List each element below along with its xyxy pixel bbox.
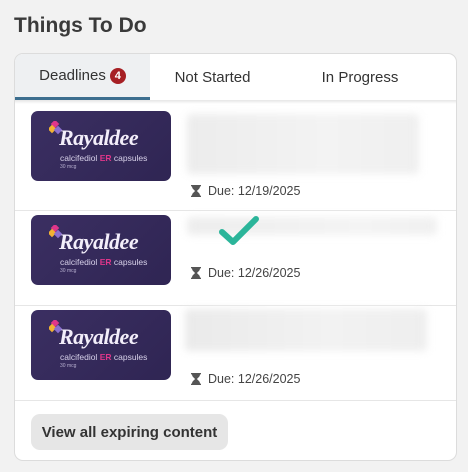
tab-not-started[interactable]: Not Started [150,54,275,100]
due-date-text: Due: 12/19/2025 [208,184,301,198]
blurred-title [187,114,419,174]
due-date-text: Due: 12/26/2025 [208,372,301,386]
things-to-do-panel: Deadlines 4 Not Started In Progress Raya… [14,53,457,461]
list-item[interactable]: Rayaldee calcifediol ER capsules 30 mcg … [15,211,456,303]
section-title: Things To Do [14,14,147,37]
tab-bar-shadow [15,100,456,104]
brand-subtitle: calcifediol ER capsules [60,153,148,163]
blurred-title [185,309,427,351]
checkmark-icon [219,216,259,245]
tab-label: Not Started [174,68,251,86]
tab-deadlines[interactable]: Deadlines 4 [15,54,150,100]
tab-label: Deadlines [39,67,106,84]
tab-in-progress[interactable]: In Progress [290,54,430,100]
brand-dose: 30 mcg [60,268,77,274]
count-badge: 4 [109,67,126,84]
brand-dose: 30 mcg [60,363,77,369]
tab-bar: Deadlines 4 Not Started In Progress [15,54,456,100]
course-thumbnail[interactable]: Rayaldee calcifediol ER capsules 30 mcg [31,215,171,285]
brand-subtitle: calcifediol ER capsules [60,257,148,267]
list-item[interactable]: Rayaldee calcifediol ER capsules 30 mcg … [15,106,456,198]
brand-name: Rayaldee [59,125,139,150]
due-date-text: Due: 12/26/2025 [208,266,301,280]
view-all-expiring-button[interactable]: View all expiring content [31,414,228,450]
hourglass-icon [191,185,201,197]
brand-name: Rayaldee [59,324,139,349]
brand-dose: 30 mcg [60,164,77,170]
course-thumbnail[interactable]: Rayaldee calcifediol ER capsules 30 mcg [31,310,171,380]
brand-name: Rayaldee [59,229,139,254]
due-date: Due: 12/26/2025 [191,372,300,386]
hourglass-icon [191,267,201,279]
due-date: Due: 12/19/2025 [191,184,300,198]
due-date: Due: 12/26/2025 [191,266,300,280]
hourglass-icon [191,373,201,385]
course-thumbnail[interactable]: Rayaldee calcifediol ER capsules 30 mcg [31,111,171,181]
brand-subtitle: calcifediol ER capsules [60,352,148,362]
divider [15,400,456,401]
list-item[interactable]: Rayaldee calcifediol ER capsules 30 mcg … [15,306,456,398]
tab-label: In Progress [321,68,399,86]
